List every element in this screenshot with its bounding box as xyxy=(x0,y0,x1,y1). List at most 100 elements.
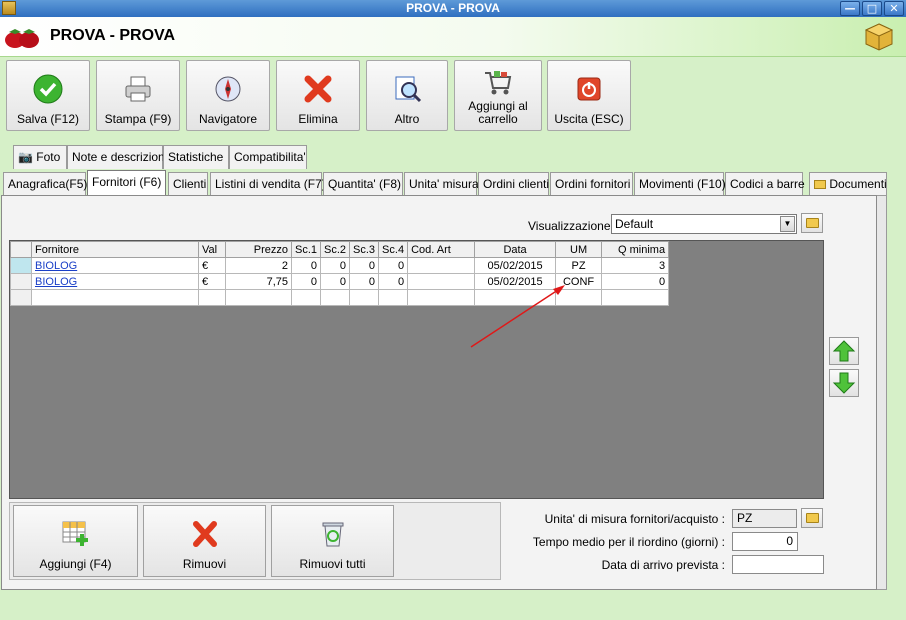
add-to-cart-button[interactable]: Aggiungi al carrello xyxy=(454,60,542,131)
col-q-minima[interactable]: Q minima xyxy=(601,241,670,258)
empty-cell[interactable] xyxy=(378,289,409,306)
tempo-riordino-label: Tempo medio per il riordino (giorni) : xyxy=(532,535,725,549)
remove-all-button[interactable]: Rimuovi tutti xyxy=(271,505,394,577)
cell-prezzo[interactable]: 7,75 xyxy=(225,273,292,290)
col-data[interactable]: Data xyxy=(474,241,557,258)
cell-q-minima[interactable]: 0 xyxy=(601,273,670,290)
save-label: Salva (F12) xyxy=(16,112,80,126)
col-sc2[interactable]: Sc.2 xyxy=(320,241,351,258)
empty-cell[interactable] xyxy=(601,289,670,306)
view-select[interactable]: Default ▼ xyxy=(611,214,797,234)
add-label: Aggiungi (F4) xyxy=(39,557,112,571)
empty-cell[interactable] xyxy=(320,289,351,306)
data-arrivo-label: Data di arrivo prevista : xyxy=(601,558,725,572)
empty-cell[interactable] xyxy=(31,289,199,306)
col-um[interactable]: UM xyxy=(555,241,603,258)
cell-sc3[interactable]: 0 xyxy=(349,273,380,290)
table-row[interactable]: BIOLOG € 2 0 0 0 0 05/02/2015 PZ 3 xyxy=(10,257,670,274)
um-acquisto-field[interactable]: PZ xyxy=(732,509,797,528)
row-indicator[interactable] xyxy=(10,289,32,306)
add-grid-icon xyxy=(62,521,88,546)
cell-sc2[interactable]: 0 xyxy=(320,273,351,290)
tab-fornitori[interactable]: Fornitori (F6) xyxy=(87,170,166,197)
cell-sc3[interactable]: 0 xyxy=(349,257,380,274)
cell-fornitore[interactable]: BIOLOG xyxy=(31,257,199,274)
supplier-link[interactable]: BIOLOG xyxy=(35,276,77,288)
tab-listini[interactable]: Listini di vendita (F7) xyxy=(210,172,326,196)
save-button[interactable]: Salva (F12) xyxy=(6,60,90,131)
cell-fornitore[interactable]: BIOLOG xyxy=(31,273,199,290)
tempo-riordino-field[interactable]: 0 xyxy=(732,532,798,551)
suppliers-grid[interactable]: Fornitore Val Prezzo Sc.1 Sc.2 Sc.3 Sc.4… xyxy=(9,240,824,499)
folder-icon xyxy=(814,180,826,189)
delete-button[interactable]: Elimina xyxy=(276,60,360,131)
tab-ordini-clienti[interactable]: Ordini clienti xyxy=(478,172,549,196)
secondary-tabs: 📷 Foto Note e descrizioni Statistiche Co… xyxy=(13,145,313,169)
exit-label: Uscita (ESC) xyxy=(554,112,624,126)
cell-sc4[interactable]: 0 xyxy=(378,273,409,290)
print-button[interactable]: Stampa (F9) xyxy=(96,60,180,131)
move-down-button[interactable] xyxy=(829,369,859,397)
cell-q-minima[interactable]: 3 xyxy=(601,257,670,274)
cell-sc2[interactable]: 0 xyxy=(320,257,351,274)
um-folder-button[interactable] xyxy=(801,508,823,528)
cell-sc1[interactable]: 0 xyxy=(290,273,322,290)
col-cod-art[interactable]: Cod. Art xyxy=(407,241,476,258)
tab-documenti[interactable]: Documenti xyxy=(809,172,887,196)
exit-button[interactable]: Uscita (ESC) xyxy=(547,60,631,131)
tab-notes[interactable]: Note e descrizioni xyxy=(67,145,167,169)
arrow-up-icon xyxy=(832,340,856,362)
cell-data[interactable]: 05/02/2015 xyxy=(474,257,557,274)
col-fornitore[interactable]: Fornitore xyxy=(31,241,199,258)
tab-movimenti[interactable]: Movimenti (F10) xyxy=(634,172,726,196)
tab-compatibility[interactable]: Compatibilita' xyxy=(229,145,307,169)
chevron-down-icon: ▼ xyxy=(780,216,795,232)
navigator-button[interactable]: Navigatore xyxy=(186,60,270,131)
package-icon xyxy=(864,23,894,51)
cell-val: € xyxy=(198,257,226,274)
cell-sc1[interactable]: 0 xyxy=(290,257,322,274)
tab-unita-misura[interactable]: Unita' misura xyxy=(404,172,479,196)
page-title: PROVA - PROVA xyxy=(50,27,176,44)
um-acquisto-label: Unita' di misura fornitori/acquisto : xyxy=(544,512,725,526)
data-arrivo-field[interactable] xyxy=(732,555,824,574)
cell-um[interactable]: PZ xyxy=(555,257,603,274)
tab-quantita[interactable]: Quantita' (F8) xyxy=(323,172,403,196)
empty-cell[interactable] xyxy=(349,289,380,306)
tab-codici-barre[interactable]: Codici a barre xyxy=(725,172,805,196)
empty-cell[interactable] xyxy=(290,289,322,306)
supplier-link[interactable]: BIOLOG xyxy=(35,260,77,272)
col-sc3[interactable]: Sc.3 xyxy=(349,241,380,258)
folder-icon xyxy=(806,218,819,228)
col-prezzo[interactable]: Prezzo xyxy=(225,241,292,258)
cell-sc4[interactable]: 0 xyxy=(378,257,409,274)
cell-cod-art[interactable] xyxy=(407,257,476,274)
row-indicator[interactable] xyxy=(10,257,32,274)
tab-anagrafica[interactable]: Anagrafica(F5) xyxy=(3,172,87,196)
remove-button[interactable]: Rimuovi xyxy=(143,505,266,577)
empty-cell[interactable] xyxy=(198,289,226,306)
tab-foto[interactable]: 📷 Foto xyxy=(13,145,67,169)
delete-label: Elimina xyxy=(298,112,338,126)
cell-val: € xyxy=(198,273,226,290)
close-button[interactable]: ✕ xyxy=(884,1,904,16)
minimize-button[interactable]: — xyxy=(840,1,860,16)
tab-clienti[interactable]: Clienti xyxy=(168,172,208,196)
col-sc4[interactable]: Sc.4 xyxy=(378,241,409,258)
row-indicator[interactable] xyxy=(10,273,32,290)
other-button[interactable]: Altro xyxy=(366,60,448,131)
shopping-cart-icon xyxy=(485,71,512,95)
empty-cell[interactable] xyxy=(225,289,292,306)
remove-all-label: Rimuovi tutti xyxy=(299,557,366,571)
tab-ordini-fornitori[interactable]: Ordini fornitori xyxy=(550,172,633,196)
recycle-bin-icon xyxy=(322,522,343,547)
view-folder-button[interactable] xyxy=(801,213,823,233)
col-sc1[interactable]: Sc.1 xyxy=(290,241,322,258)
move-up-button[interactable] xyxy=(829,337,859,365)
add-button[interactable]: Aggiungi (F4) xyxy=(13,505,138,577)
col-val[interactable]: Val xyxy=(198,241,226,258)
cell-prezzo[interactable]: 2 xyxy=(225,257,292,274)
magnifier-icon xyxy=(395,76,422,103)
maximize-button[interactable]: □ xyxy=(862,1,882,16)
tab-statistics[interactable]: Statistiche xyxy=(163,145,229,169)
